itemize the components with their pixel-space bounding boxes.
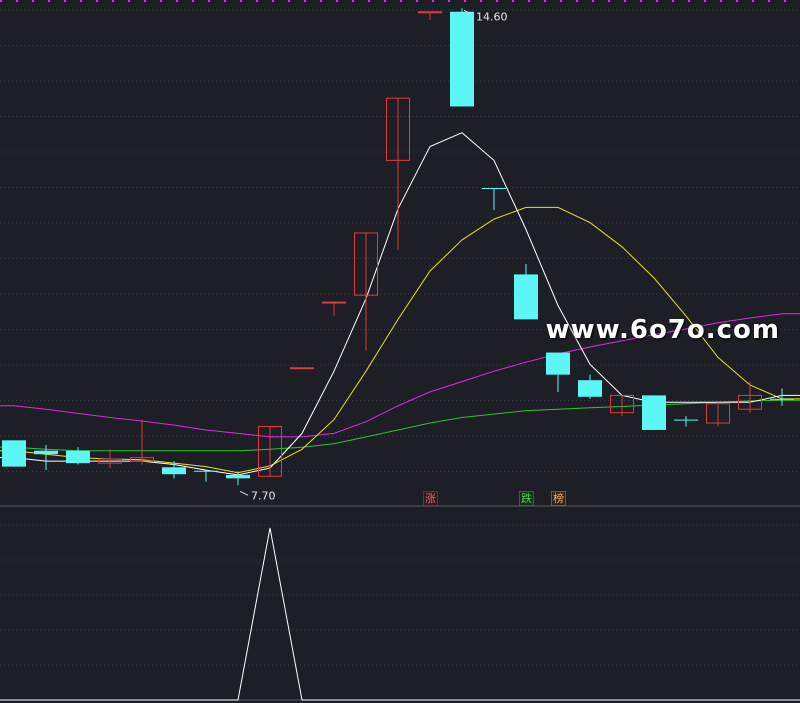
marker-list: 榜 (551, 491, 566, 506)
candle-body-down (162, 467, 186, 475)
watermark-text: www.6o7o.com (545, 315, 780, 345)
candle-body-down (770, 398, 794, 400)
min-pointer (239, 490, 249, 496)
max-price-label: 14.60 (476, 10, 508, 23)
candle-body-down (34, 450, 58, 455)
candle-body-down (226, 474, 250, 479)
min-price-label: 7.70 (251, 489, 276, 502)
candle-body-down (482, 188, 506, 190)
lower-indicator-line (0, 527, 800, 701)
candle-body-up (322, 301, 346, 304)
candle-body-down (546, 352, 570, 375)
candle-body-down (66, 450, 90, 464)
marker-up: 涨 (423, 491, 438, 506)
candle-body-down (514, 274, 538, 320)
candle-body-down (642, 395, 666, 430)
ma-white-line (0, 132, 800, 476)
candle-body-down (450, 11, 474, 107)
ma-green-line (0, 399, 800, 452)
candle-body-down (194, 470, 218, 472)
candlestick-chart-svg: 14.60 7.70 (0, 0, 800, 701)
stock-chart: 14.60 7.70 www.6o7o.com 涨 跌 榜 (0, 0, 800, 703)
candle-body-down (578, 380, 602, 397)
candle-body-up (418, 11, 442, 14)
candle-body-down (674, 419, 698, 421)
candle-body-down (2, 440, 26, 467)
candle-body-up (290, 367, 314, 370)
marker-down: 跌 (519, 491, 534, 506)
